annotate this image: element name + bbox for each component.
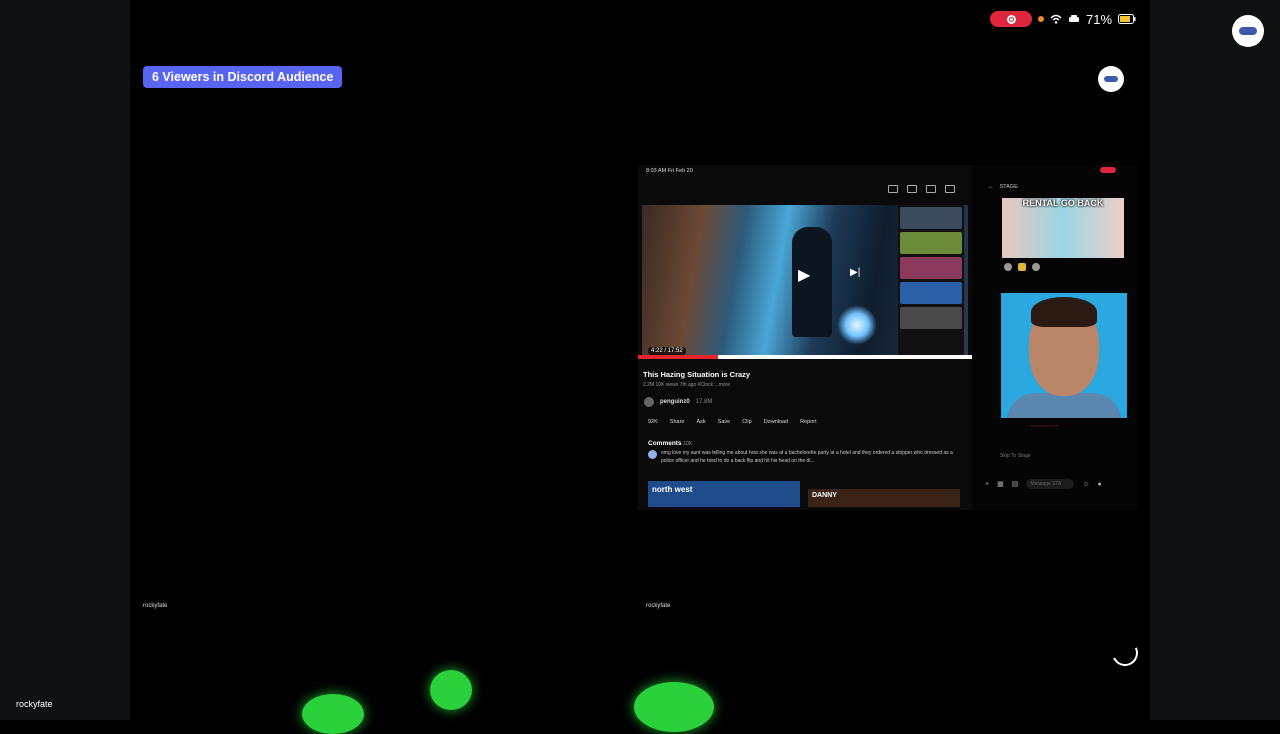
video-progress-fill: [638, 355, 719, 359]
download-button[interactable]: Download: [764, 419, 788, 425]
video-title[interactable]: This Hazing Situation is Crazy: [643, 370, 750, 379]
captions-icon[interactable]: [926, 185, 936, 193]
battery-icon: [1118, 14, 1136, 24]
discord-footer[interactable]: Skip To Stage: [1000, 453, 1031, 459]
record-indicator-icon: [1100, 167, 1116, 173]
discord-app: ← STAGE RENTAL GO BACK ~~~~~~~~~ Skip To…: [980, 165, 1138, 510]
cast-icon[interactable]: [907, 185, 917, 193]
back-icon[interactable]: ←: [988, 184, 994, 190]
viewers-badge: 6 Viewers in Discord Audience: [143, 66, 343, 88]
discord-input-row: + ▦ ▤ Message STA ☺ ●: [985, 479, 1102, 489]
share-button[interactable]: Share: [670, 419, 685, 425]
overlay-caption: RENTAL GO BACK: [1022, 198, 1104, 208]
related-thumbnails: [898, 205, 964, 357]
channel-avatar[interactable]: [644, 397, 654, 407]
speaker-video-tile[interactable]: [1001, 293, 1127, 418]
settings-icon[interactable]: [945, 185, 955, 193]
speaker-shirt: [1006, 393, 1122, 418]
phone-clock: 8:03 AM Fri Feb 20: [646, 168, 693, 174]
thumbnail[interactable]: [900, 307, 962, 329]
channel-subs: 17.8M: [695, 399, 713, 405]
car-icon: [1069, 15, 1079, 22]
comments-header[interactable]: Comments 10K: [648, 440, 692, 447]
gift-icon[interactable]: ▤: [1012, 480, 1019, 488]
apps-icon[interactable]: ▦: [997, 480, 1004, 488]
screen-record-icon[interactable]: [990, 11, 1032, 27]
left-letterbox: [0, 0, 130, 720]
report-button[interactable]: Report: [800, 419, 817, 425]
channel-name[interactable]: penguinz0: [660, 399, 690, 405]
emoji-icon[interactable]: ☺: [1082, 481, 1089, 488]
reaction-emoji-icon: [634, 682, 714, 732]
channel-row[interactable]: penguinz0 17.8M: [644, 397, 712, 407]
like-button[interactable]: 92K: [648, 419, 658, 425]
commenter-avatar: [648, 450, 657, 459]
thumbnail[interactable]: [900, 282, 962, 304]
discord-header: ← STAGE: [988, 184, 1018, 190]
user-avatar[interactable]: [1232, 15, 1264, 47]
video-progress-bar[interactable]: [638, 355, 972, 359]
message-input[interactable]: Message STA: [1026, 479, 1075, 489]
mute-icon[interactable]: [1004, 263, 1012, 271]
battery-percent: 71%: [1086, 11, 1113, 27]
comment-text: omg love my aunt was telling me about ho…: [661, 450, 953, 464]
ad-thumbnail-left[interactable]: north west: [648, 481, 800, 507]
reaction-emoji-icon: [430, 670, 472, 710]
right-letterbox: [1150, 0, 1280, 720]
yt-toolbar: [888, 185, 955, 193]
more-icon[interactable]: [1032, 263, 1040, 271]
preview-controls: [1004, 263, 1040, 271]
autoplay-icon[interactable]: [888, 185, 898, 193]
video-frame-light: [837, 305, 877, 345]
thumbnail[interactable]: [900, 207, 962, 229]
comments-count: 10K: [683, 441, 693, 447]
ad-thumbnail-right[interactable]: DANNY: [808, 489, 960, 507]
thumbnail[interactable]: [900, 232, 962, 254]
clip-button[interactable]: Clip: [742, 419, 751, 425]
speaker-hair: [1031, 297, 1097, 327]
video-player[interactable]: ▶ ▶| 4:22 / 17:52: [642, 205, 968, 357]
save-button[interactable]: Save: [718, 419, 731, 425]
phone-status-bar: 8:03 AM Fri Feb 20: [646, 168, 693, 174]
wifi-icon: [1050, 14, 1062, 24]
reaction-emoji-icon: [302, 694, 364, 734]
ask-button[interactable]: Ask: [696, 419, 705, 425]
highlight-icon[interactable]: [1018, 263, 1026, 271]
stream-preview-tile[interactable]: RENTAL GO BACK: [1002, 198, 1124, 258]
video-meta[interactable]: 2.2M 10K views 7th ago #Clock ...more: [643, 382, 730, 388]
corner-user-label: rockyfate: [16, 699, 53, 709]
plus-icon[interactable]: +: [985, 481, 989, 488]
video-actions: 92K Share Ask Save Clip Download Report: [648, 419, 817, 425]
tile-label-left: rockyfate: [143, 603, 168, 609]
screen-share-tile[interactable]: 8:03 AM Fri Feb 20 ▶ ▶| 4:22 / 17:52 Thi…: [638, 165, 1138, 510]
next-icon[interactable]: ▶|: [850, 267, 860, 278]
mic-icon[interactable]: ●: [1098, 481, 1102, 488]
comments-label: Comments: [648, 440, 682, 447]
video-time: 4:22 / 17:52: [648, 347, 686, 355]
play-icon[interactable]: ▶: [798, 265, 810, 285]
comment-preview[interactable]: omg love my aunt was telling me about ho…: [648, 449, 963, 465]
youtube-app: 8:03 AM Fri Feb 20 ▶ ▶| 4:22 / 17:52 Thi…: [638, 165, 972, 510]
speaker-name: ~~~~~~~~~: [1030, 424, 1059, 430]
status-bar: 71%: [990, 10, 1136, 28]
streamer-avatar[interactable]: [1098, 66, 1124, 92]
stage-title: STAGE: [999, 184, 1018, 190]
tile-label-right: rockyfate: [646, 603, 671, 609]
thumbnail[interactable]: [900, 257, 962, 279]
privacy-indicator-icon: [1038, 16, 1044, 22]
